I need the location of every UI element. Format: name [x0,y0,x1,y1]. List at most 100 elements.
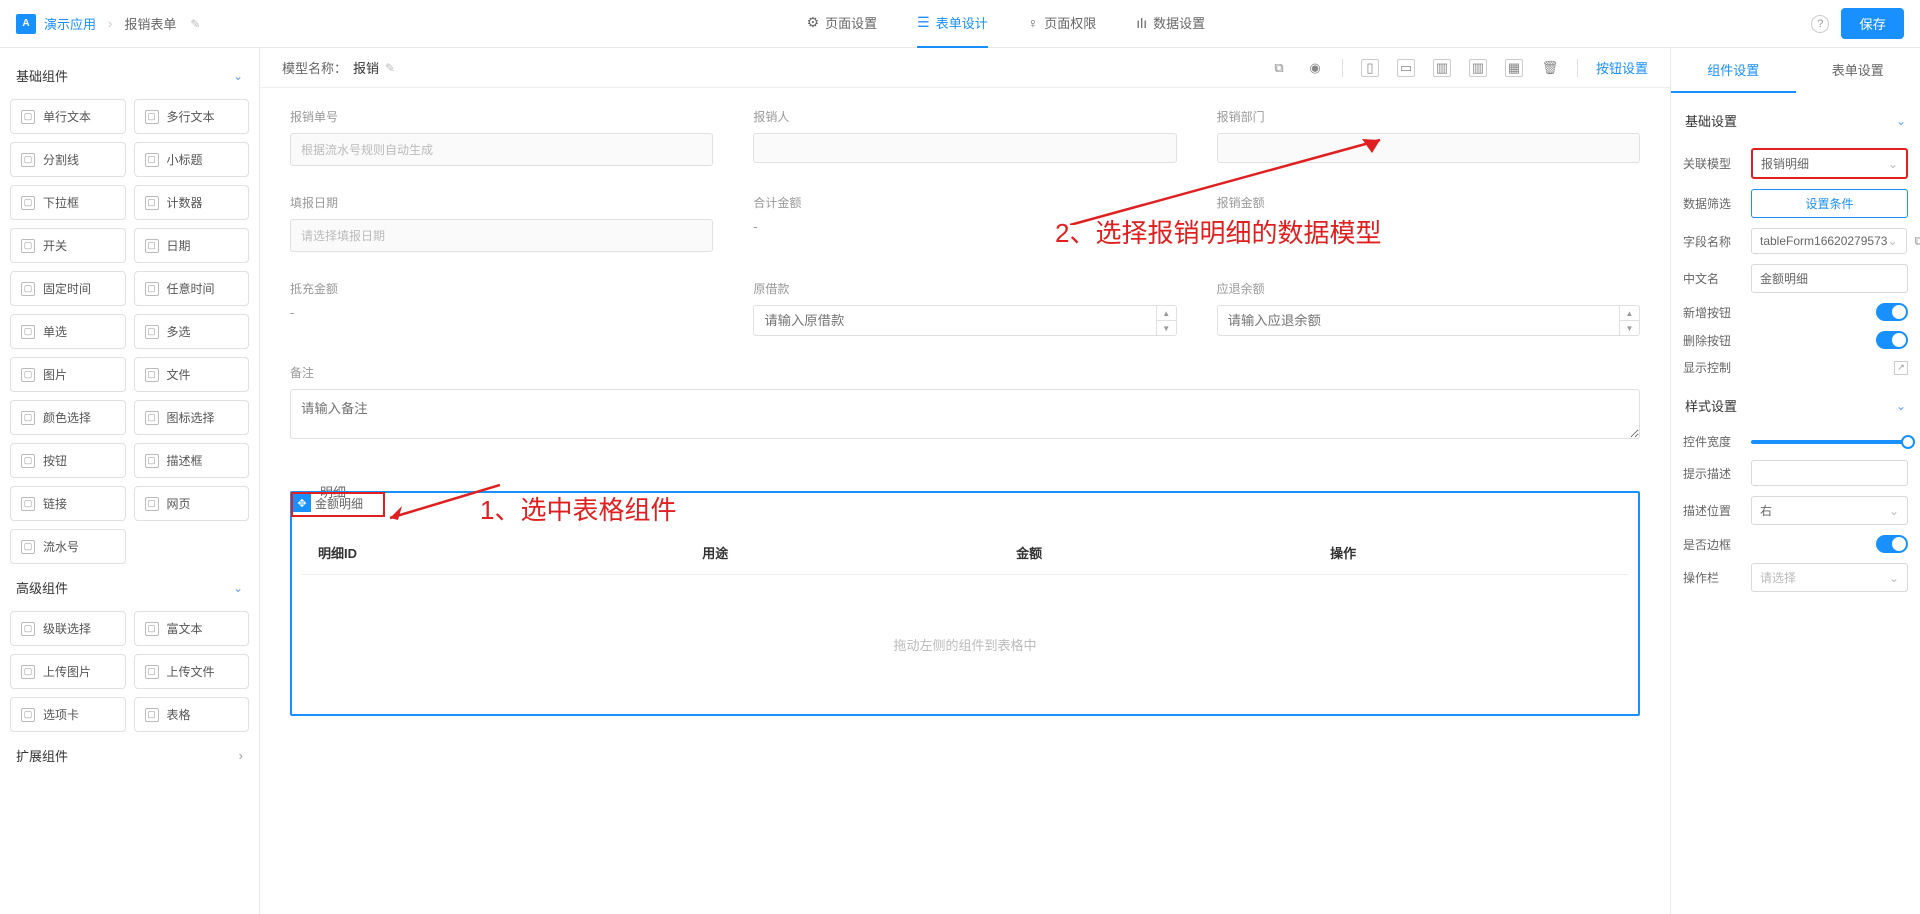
edit-icon[interactable]: ✎ [385,61,395,75]
component-item[interactable]: ▢流水号 [10,529,126,564]
width-slider[interactable] [1751,440,1908,444]
hint-input[interactable] [1751,460,1908,486]
component-item[interactable]: ▢多行文本 [134,99,250,134]
group-extend[interactable]: 扩展组件› [10,738,249,773]
component-item[interactable]: ▢按钮 [10,443,126,478]
component-item[interactable]: ▢单行文本 [10,99,126,134]
link-icon[interactable]: ⧉ [1270,59,1288,77]
component-item[interactable]: ▢固定时间 [10,271,126,306]
table-component[interactable]: ✥ 金额明细 明细ID用途金额操作 拖动左侧的组件到表格中 [290,491,1640,716]
component-item[interactable]: ▢开关 [10,228,126,263]
layout-1-icon[interactable]: ▯ [1361,59,1379,77]
component-item[interactable]: ▢上传图片 [10,654,126,689]
field-dept[interactable]: 报销部门 [1217,108,1640,166]
nav-form-design[interactable]: ☰表单设计 [917,0,988,48]
edit-icon[interactable]: ↗ [1894,361,1908,375]
component-item[interactable]: ▢上传文件 [134,654,250,689]
layout-3-icon[interactable]: ▥ [1433,59,1451,77]
tab-component[interactable]: 组件设置 [1671,48,1796,93]
table-column-header[interactable]: 明细ID [302,531,686,575]
breadcrumb-app[interactable]: 演示应用 [44,14,96,33]
component-item[interactable]: ▢表格 [134,697,250,732]
table-column-header[interactable]: 操作 [1314,531,1628,575]
component-item[interactable]: ▢分割线 [10,142,126,177]
nav-data-settings[interactable]: ılı数据设置 [1136,0,1205,48]
layout-4-icon[interactable]: ▥ [1469,59,1487,77]
nav-label: 数据设置 [1153,13,1205,32]
field-input[interactable]: 根据流水号规则自动生成 [290,133,713,166]
component-item[interactable]: ▢富文本 [134,611,250,646]
component-item[interactable]: ▢多选 [134,314,250,349]
position-select[interactable]: 右⌄ [1751,496,1908,525]
breadcrumb: A 演示应用 › 报销表单 ✎ [16,14,200,34]
component-item[interactable]: ▢描述框 [134,443,250,478]
nav-page-permission[interactable]: ♀页面权限 [1028,0,1097,48]
table-column-header[interactable]: 用途 [686,531,1000,575]
save-button[interactable]: 保存 [1841,8,1904,39]
opbar-select[interactable]: 请选择⌄ [1751,563,1908,592]
component-label: 日期 [167,237,191,254]
field-input[interactable] [1217,133,1640,163]
header-actions: ? 保存 [1811,8,1904,39]
component-item[interactable]: ▢下拉框 [10,185,126,220]
stepper[interactable]: ▲▼ [1157,305,1177,336]
copy-icon[interactable]: ⧉ [1915,233,1920,249]
field-reimburse[interactable]: 报销金额- [1217,194,1640,252]
model-select[interactable]: 报销明细⌄ [1751,148,1908,179]
group-advanced[interactable]: 高级组件⌄ [10,570,249,605]
component-item[interactable]: ▢计数器 [134,185,250,220]
group-basic[interactable]: 基础组件⌄ [10,58,249,93]
field-refund[interactable]: 应退余额▲▼ [1217,280,1640,336]
switch-toggle[interactable] [1876,303,1908,321]
chevron-down-icon: ⌄ [1889,504,1899,518]
component-item[interactable]: ▢颜色选择 [10,400,126,435]
tab-form[interactable]: 表单设置 [1796,48,1920,93]
component-item[interactable]: ▢小标题 [134,142,250,177]
switch-toggle[interactable] [1876,331,1908,349]
section-style[interactable]: 样式设置⌄ [1683,388,1908,423]
component-item[interactable]: ▢日期 [134,228,250,263]
cn-name-input[interactable]: 金额明细 [1751,264,1908,293]
component-item[interactable]: ▢单选 [10,314,126,349]
field-total[interactable]: 合计金额- [753,194,1176,252]
up-icon[interactable]: ▲ [1157,306,1176,321]
component-item[interactable]: ▢网页 [134,486,250,521]
field-value: - [290,305,713,320]
number-input[interactable] [1217,305,1620,336]
nav-page-settings[interactable]: ⚙页面设置 [807,0,878,48]
down-icon[interactable]: ▼ [1157,321,1176,335]
field-loan[interactable]: 原借款▲▼ [753,280,1176,336]
preview-icon[interactable]: ◉ [1306,59,1324,77]
delete-icon[interactable]: 🗑 [1541,59,1559,77]
table-column-header[interactable]: 金额 [1000,531,1314,575]
field-person[interactable]: 报销人 [753,108,1176,166]
component-item[interactable]: ▢链接 [10,486,126,521]
textarea[interactable] [290,389,1640,439]
field-remark[interactable]: 备注 [290,364,1640,442]
down-icon[interactable]: ▼ [1620,321,1639,335]
section-basic[interactable]: 基础设置⌄ [1683,103,1908,138]
number-input[interactable] [753,305,1156,336]
component-item[interactable]: ▢图片 [10,357,126,392]
up-icon[interactable]: ▲ [1620,306,1639,321]
field-date[interactable]: 填报日期请选择填报日期 [290,194,713,252]
stepper[interactable]: ▲▼ [1620,305,1640,336]
switch-toggle[interactable] [1876,535,1908,553]
filter-button[interactable]: 设置条件 [1751,189,1908,218]
component-item[interactable]: ▢文件 [134,357,250,392]
edit-icon[interactable]: ✎ [190,17,200,31]
button-config[interactable]: 按钮设置 [1596,58,1648,77]
layout-5-icon[interactable]: ▦ [1505,59,1523,77]
field-offset[interactable]: 抵充金额- [290,280,713,336]
field-input[interactable] [753,133,1176,163]
layout-2-icon[interactable]: ▭ [1397,59,1415,77]
component-item[interactable]: ▢选项卡 [10,697,126,732]
move-icon[interactable]: ✥ [293,494,311,512]
component-item[interactable]: ▢任意时间 [134,271,250,306]
field-order-no[interactable]: 报销单号根据流水号规则自动生成 [290,108,713,166]
field-name-input[interactable]: tableForm16620279573⌄ [1751,228,1907,254]
field-input[interactable]: 请选择填报日期 [290,219,713,252]
component-item[interactable]: ▢图标选择 [134,400,250,435]
help-icon[interactable]: ? [1811,15,1829,33]
component-item[interactable]: ▢级联选择 [10,611,126,646]
